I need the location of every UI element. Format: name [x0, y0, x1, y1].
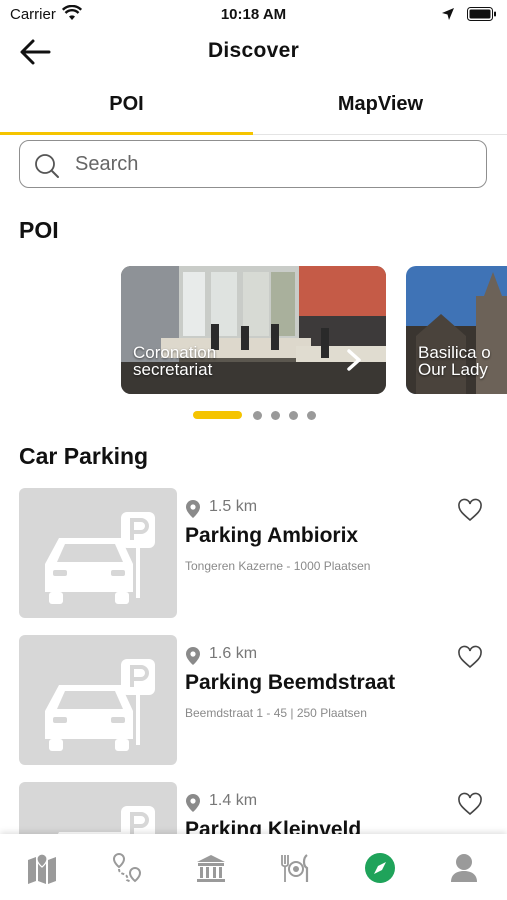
parking-name: Parking Beemdstraat	[185, 671, 396, 694]
distance-value: 1.5 km	[209, 498, 258, 515]
nav-museums[interactable]	[169, 834, 253, 900]
museum-icon	[197, 855, 225, 882]
nav-discover[interactable]	[338, 834, 422, 900]
carousel-pager	[0, 410, 507, 422]
nav-routes[interactable]	[85, 834, 169, 900]
tab-poi[interactable]: POI	[0, 80, 253, 134]
clock: 10:18 AM	[220, 6, 287, 23]
list-item[interactable]: 1.4 km Parking Kleinveld	[0, 782, 507, 834]
compass-icon	[365, 853, 395, 883]
parking-detail: Beemdstraat 1 - 45 | 250 Plaatsen	[185, 706, 367, 720]
poi-card[interactable]: Coronation secretariat	[121, 266, 386, 394]
segment-tabs: POI MapView	[0, 80, 507, 135]
bottom-tab-bar	[0, 834, 507, 900]
profile-icon	[451, 854, 477, 882]
tab-mapview[interactable]: MapView	[254, 80, 507, 134]
parking-name: Parking Ambiorix	[185, 524, 359, 547]
map-pin-icon	[185, 646, 201, 671]
chevron-right-icon[interactable]	[346, 349, 362, 376]
battery-icon	[467, 7, 497, 25]
parking-detail: Tongeren Kazerne - 1000 Plaatsen	[185, 559, 371, 573]
nav-map[interactable]	[0, 834, 84, 900]
pager-dot[interactable]	[289, 411, 298, 420]
distance-value: 1.6 km	[209, 645, 258, 662]
page-title: Discover	[207, 39, 300, 62]
poi-card-label: Coronation secretariat	[133, 343, 217, 379]
list-item[interactable]: 1.5 km Parking Ambiorix Tongeren Kazerne…	[0, 488, 507, 618]
heart-icon[interactable]	[457, 498, 483, 527]
parking-section-title: Car Parking	[19, 443, 149, 469]
parking-placeholder-image	[19, 488, 177, 618]
parking-placeholder-image	[19, 782, 177, 834]
poi-carousel[interactable]: Coronation secretariat Basilica o Our La…	[0, 264, 507, 396]
nav-restaurants[interactable]	[253, 834, 337, 900]
poi-card-label: Basilica o Our Lady	[418, 343, 491, 379]
status-bar: Carrier 10:18 AM	[0, 0, 507, 30]
map-pin-icon	[185, 499, 201, 524]
search-icon	[34, 153, 60, 184]
list-item[interactable]: 1.6 km Parking Beemdstraat Beemdstraat 1…	[0, 635, 507, 765]
heart-icon[interactable]	[457, 645, 483, 674]
search-placeholder: Search	[75, 153, 139, 175]
heart-icon[interactable]	[457, 792, 483, 821]
parking-placeholder-image	[19, 635, 177, 765]
nav-header: Discover	[0, 30, 507, 74]
route-icon	[112, 852, 142, 883]
location-arrow-icon	[441, 7, 455, 25]
pager-dot-active[interactable]	[193, 411, 242, 419]
parking-name: Parking Kleinveld	[185, 818, 362, 834]
map-icon	[28, 853, 56, 884]
poi-section-title: POI	[19, 217, 59, 243]
search-input[interactable]: Search	[19, 140, 487, 188]
pager-dot[interactable]	[253, 411, 262, 420]
map-pin-icon	[185, 793, 201, 818]
nav-profile[interactable]	[422, 834, 506, 900]
active-tab-indicator	[0, 132, 253, 135]
distance-value: 1.4 km	[209, 792, 258, 809]
pager-dot[interactable]	[271, 411, 280, 420]
pager-dot[interactable]	[307, 411, 316, 420]
parking-list: 1.5 km Parking Ambiorix Tongeren Kazerne…	[0, 488, 507, 834]
restaurant-icon	[281, 854, 309, 882]
poi-card[interactable]: Basilica o Our Lady	[406, 266, 507, 394]
